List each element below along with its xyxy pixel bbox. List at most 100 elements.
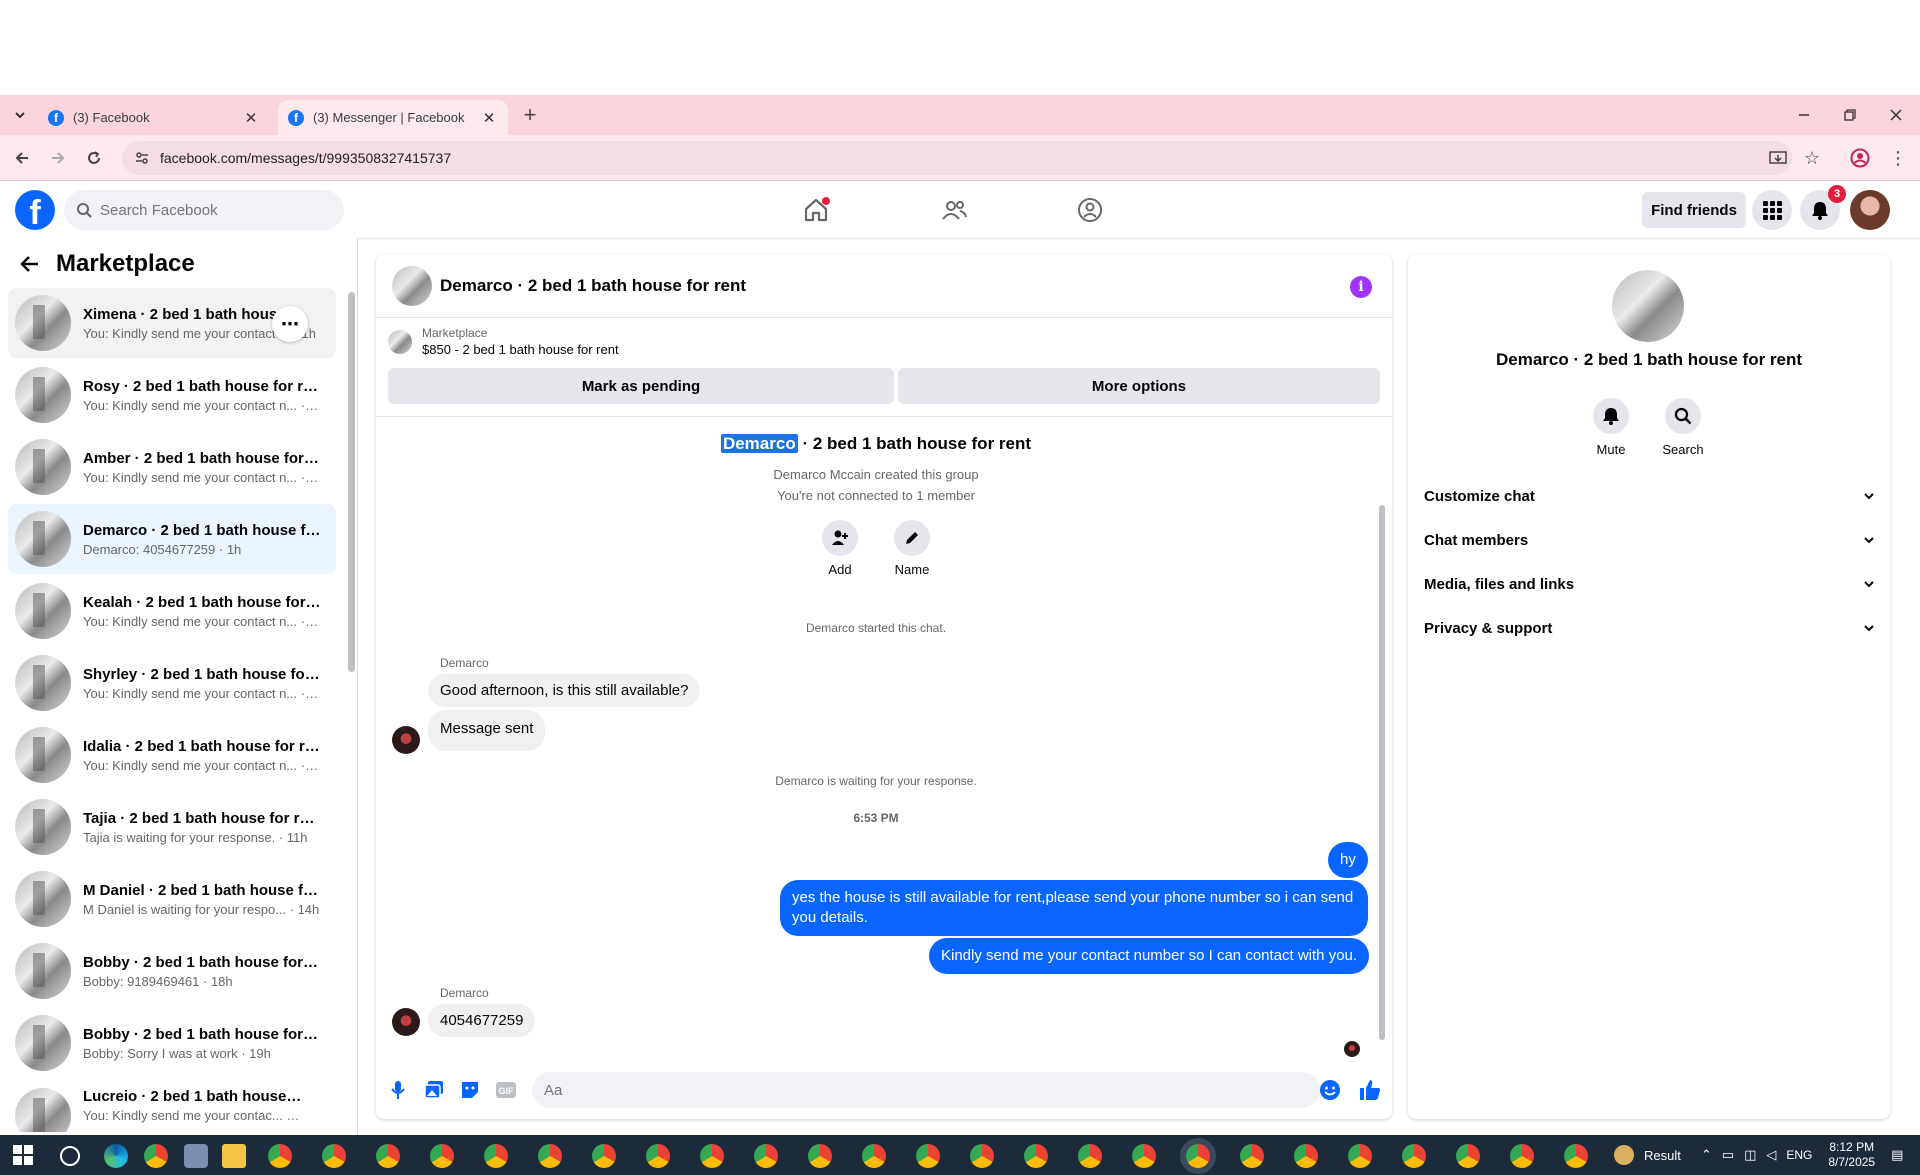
app-taskbar-icon[interactable] — [184, 1144, 208, 1168]
chrome-window-taskbar-icon[interactable] — [322, 1144, 346, 1168]
windows-start-icon[interactable] — [12, 1144, 36, 1168]
chrome-window-taskbar-icon[interactable] — [1348, 1144, 1372, 1168]
chrome-window-taskbar-icon[interactable] — [592, 1144, 616, 1168]
sender-avatar[interactable] — [392, 1008, 420, 1036]
chrome-window-taskbar-icon[interactable] — [970, 1144, 994, 1168]
outgoing-message[interactable]: yes the house is still available for ren… — [780, 880, 1368, 936]
conversation-item[interactable]: Rosy · 2 bed 1 bath house for rent You: K… — [8, 360, 336, 430]
browser-tab-messenger[interactable]: f (3) Messenger | Facebook ✕ — [278, 100, 508, 135]
chat-title[interactable]: Demarco · 2 bed 1 bath house for rent — [440, 276, 746, 296]
clock[interactable]: 8:12 PM 8/7/2025 — [1828, 1140, 1875, 1170]
chrome-window-taskbar-icon-active[interactable] — [1186, 1144, 1210, 1168]
find-friends-button[interactable]: Find friends — [1642, 192, 1746, 228]
chat-scrollbar[interactable] — [1379, 505, 1385, 1040]
close-tab-icon[interactable]: ✕ — [480, 109, 498, 127]
customize-chat-section[interactable]: Customize chat — [1424, 476, 1876, 516]
emoji-icon[interactable] — [1318, 1078, 1342, 1102]
chrome-window-taskbar-icon[interactable] — [1510, 1144, 1534, 1168]
weather-result-text[interactable]: Result — [1644, 1148, 1681, 1163]
close-window-icon[interactable] — [1884, 103, 1908, 127]
conversation-item[interactable]: M Daniel · 2 bed 1 bath house fo... M Dan… — [8, 864, 336, 934]
new-tab-icon[interactable]: + — [518, 102, 542, 127]
bookmark-star-icon[interactable]: ☆ — [1800, 146, 1824, 170]
back-arrow-icon[interactable] — [20, 254, 40, 274]
close-tab-icon[interactable]: ✕ — [242, 109, 260, 127]
site-info-icon[interactable] — [134, 150, 150, 166]
chrome-window-taskbar-icon[interactable] — [1240, 1144, 1264, 1168]
message-input[interactable] — [544, 1081, 1284, 1099]
add-member-button[interactable]: Add — [810, 520, 870, 577]
incoming-message[interactable]: Message sent — [428, 710, 546, 751]
menu-grid-icon[interactable] — [1752, 190, 1792, 230]
battery-icon[interactable]: ▭ — [1722, 1147, 1734, 1163]
chrome-window-taskbar-icon[interactable] — [916, 1144, 940, 1168]
chat-members-section[interactable]: Chat members — [1424, 520, 1876, 560]
chrome-window-taskbar-icon[interactable] — [1402, 1144, 1426, 1168]
chrome-window-taskbar-icon[interactable] — [1564, 1144, 1588, 1168]
marketplace-listing-banner[interactable]: Marketplace $850 - 2 bed 1 bath house fo… — [388, 326, 619, 357]
photo-attach-icon[interactable] — [422, 1078, 446, 1102]
tab-search-chevron-icon[interactable] — [8, 103, 32, 127]
more-options-button[interactable]: More options — [898, 368, 1380, 404]
chrome-window-taskbar-icon[interactable] — [430, 1144, 454, 1168]
browser-menu-icon[interactable]: ⋮ — [1886, 146, 1910, 170]
sticker-icon[interactable] — [458, 1078, 482, 1102]
chrome-window-taskbar-icon[interactable] — [862, 1144, 886, 1168]
chat-header-avatar[interactable] — [392, 265, 432, 306]
chrome-window-taskbar-icon[interactable] — [1456, 1144, 1480, 1168]
chrome-window-taskbar-icon[interactable] — [1024, 1144, 1048, 1168]
account-avatar[interactable] — [1850, 190, 1890, 230]
forward-icon[interactable] — [46, 146, 70, 170]
address-bar[interactable]: facebook.com/messages/t/9993508327415737 — [122, 141, 1792, 175]
chrome-window-taskbar-icon[interactable] — [1294, 1144, 1318, 1168]
browser-tab-facebook[interactable]: f (3) Facebook ✕ — [38, 100, 270, 135]
chrome-window-taskbar-icon[interactable] — [268, 1144, 292, 1168]
weather-icon[interactable] — [1614, 1145, 1634, 1165]
home-nav-icon[interactable] — [796, 194, 836, 226]
chrome-taskbar-icon[interactable] — [144, 1144, 168, 1168]
chrome-window-taskbar-icon[interactable] — [700, 1144, 724, 1168]
rename-group-button[interactable]: Name — [882, 520, 942, 577]
taskbar-search-icon[interactable] — [60, 1146, 80, 1166]
conversation-item[interactable]: Lucreio · 2 bed 1 bath house f... You: Ki… — [8, 1080, 336, 1132]
chrome-window-taskbar-icon[interactable] — [808, 1144, 832, 1168]
chrome-window-taskbar-icon[interactable] — [754, 1144, 778, 1168]
search-box[interactable] — [64, 190, 344, 230]
conversation-item[interactable]: Tajia · 2 bed 1 bath house for rent Tajia… — [8, 792, 336, 862]
minimize-window-icon[interactable] — [1792, 103, 1816, 127]
conversation-item-selected[interactable]: Demarco · 2 bed 1 bath house fo... Demarc… — [8, 504, 336, 574]
conversation-item[interactable]: Amber · 2 bed 1 bath house for r... You: … — [8, 432, 336, 502]
friends-nav-icon[interactable] — [934, 194, 974, 226]
conversation-item[interactable]: Idalia · 2 bed 1 bath house for rent You:… — [8, 720, 336, 790]
outgoing-message[interactable]: Kindly send me your contact number so I … — [929, 938, 1370, 974]
install-app-icon[interactable] — [1766, 146, 1790, 170]
conversation-item[interactable]: Shyrley · 2 bed 1 bath house for ... You:… — [8, 648, 336, 718]
network-icon[interactable]: ◫ — [1744, 1147, 1756, 1163]
notification-center-icon[interactable]: ▤ — [1891, 1147, 1903, 1163]
groups-nav-icon[interactable] — [1070, 194, 1110, 226]
reload-icon[interactable] — [82, 146, 106, 170]
chrome-window-taskbar-icon[interactable] — [646, 1144, 670, 1168]
sidebar-scrollbar[interactable] — [348, 292, 355, 672]
restore-window-icon[interactable] — [1838, 103, 1862, 127]
message-composer[interactable] — [532, 1072, 1320, 1108]
profile-icon[interactable] — [1848, 146, 1872, 170]
chrome-window-taskbar-icon[interactable] — [376, 1144, 400, 1168]
tray-chevron-icon[interactable]: ⌃ — [1701, 1147, 1712, 1163]
outgoing-message[interactable]: hy — [1328, 842, 1368, 878]
chrome-window-taskbar-icon[interactable] — [484, 1144, 508, 1168]
conversation-item[interactable]: Bobby · 2 bed 1 bath house for r... Bobby… — [8, 1008, 336, 1078]
mark-as-pending-button[interactable]: Mark as pending — [388, 368, 894, 404]
mute-button[interactable]: Mute — [1581, 398, 1641, 457]
conversation-more-icon[interactable]: ⋯ — [272, 306, 308, 342]
chrome-window-taskbar-icon[interactable] — [538, 1144, 562, 1168]
privacy-support-section[interactable]: Privacy & support — [1424, 608, 1876, 648]
sender-avatar[interactable] — [392, 726, 420, 754]
conversation-avatar-large[interactable] — [1612, 270, 1684, 342]
incoming-message[interactable]: 4054677259 — [428, 1004, 536, 1037]
chrome-window-taskbar-icon[interactable] — [1132, 1144, 1156, 1168]
search-input[interactable] — [100, 201, 320, 219]
search-conversation-button[interactable]: Search — [1653, 398, 1713, 457]
language-indicator[interactable]: ENG — [1786, 1148, 1812, 1162]
thumbs-up-icon[interactable] — [1358, 1078, 1382, 1102]
